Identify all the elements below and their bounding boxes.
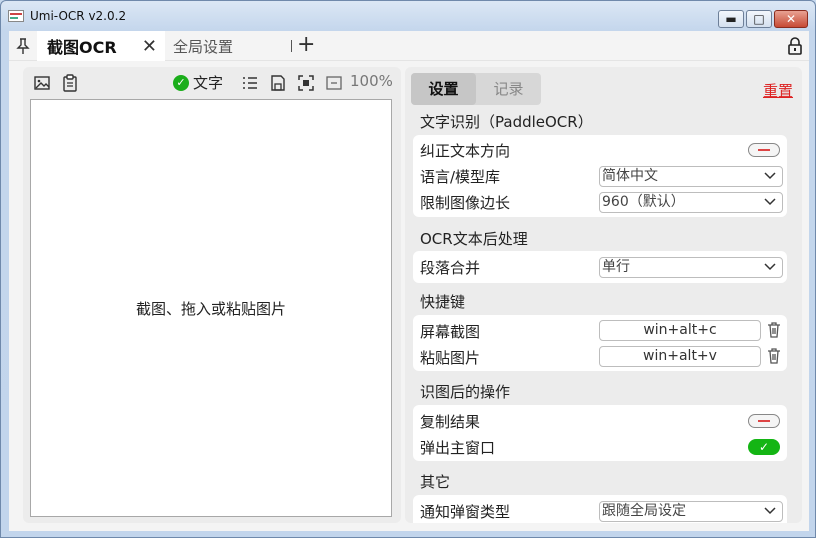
- tab-screenshot-ocr[interactable]: 截图OCR ✕: [37, 31, 165, 61]
- title-bar[interactable]: Umi-OCR v2.0.2 ▬ □ ✕: [1, 1, 815, 31]
- app-window: Umi-OCR v2.0.2 ▬ □ ✕ 截图OCR ✕ 全局设置 + ✓ 文字…: [0, 0, 816, 538]
- image-icon[interactable]: [33, 74, 51, 92]
- language-select[interactable]: 简体中文: [599, 166, 783, 187]
- section-title-after: 识图后的操作: [420, 383, 511, 401]
- section-title-hotkeys: 快捷键: [420, 293, 466, 311]
- limit-size-value: 960（默认）: [602, 194, 685, 210]
- paste-hotkey-field[interactable]: win+alt+v: [599, 346, 761, 367]
- list-icon[interactable]: [241, 74, 259, 92]
- zoom-level[interactable]: 100%: [350, 72, 393, 90]
- card-after: 复制结果 弹出主窗口 ✓: [413, 405, 787, 461]
- section-title-ocr: 文字识别（PaddleOCR）: [420, 113, 593, 131]
- card-post: 段落合并 单行: [413, 251, 787, 283]
- popup-window-label: 弹出主窗口: [420, 439, 496, 457]
- tab-global-settings[interactable]: 全局设置: [173, 31, 293, 61]
- card-other: 通知弹窗类型 跟随全局设定: [413, 495, 787, 523]
- drop-hint: 截图、拖入或粘贴图片: [135, 300, 286, 318]
- fit-screen-icon[interactable]: [297, 74, 315, 92]
- limit-size-label: 限制图像边长: [420, 194, 511, 212]
- language-label: 语言/模型库: [420, 168, 501, 186]
- merge-select[interactable]: 单行: [599, 257, 783, 278]
- trash-icon[interactable]: [767, 322, 781, 338]
- notify-type-value: 跟随全局设定: [602, 503, 686, 519]
- card-hotkeys: 屏幕截图 win+alt+c 粘贴图片 win+alt+v: [413, 315, 787, 371]
- tab-bar: 截图OCR ✕ 全局设置 +: [9, 31, 809, 61]
- lock-icon[interactable]: [787, 37, 803, 55]
- save-icon[interactable]: [269, 74, 287, 92]
- close-window-button[interactable]: ✕: [774, 10, 808, 28]
- settings-panel: 设置 记录 重置 文字识别（PaddleOCR） 纠正文本方向 语言/模型库 简…: [405, 67, 802, 523]
- window-controls: ▬ □ ✕: [716, 10, 808, 28]
- notify-type-label: 通知弹窗类型: [420, 503, 511, 521]
- client-area: 截图OCR ✕ 全局设置 + ✓ 文字 100% 截图、拖入或粘贴图片 设置 记…: [9, 31, 809, 531]
- language-value: 简体中文: [602, 168, 658, 184]
- add-tab-icon[interactable]: +: [297, 32, 315, 57]
- popup-window-toggle[interactable]: ✓: [748, 439, 780, 455]
- maximize-button[interactable]: □: [746, 10, 772, 28]
- app-icon: [8, 10, 24, 22]
- minimize-button[interactable]: ▬: [718, 10, 744, 28]
- limit-size-select[interactable]: 960（默认）: [599, 192, 783, 213]
- card-ocr: 纠正文本方向 语言/模型库 简体中文 限制图像边长 960（默认）: [413, 135, 787, 217]
- section-title-other: 其它: [420, 473, 451, 491]
- tab-settings[interactable]: 设置: [411, 73, 476, 105]
- minimize-icon: ▬: [725, 12, 737, 26]
- merge-value: 单行: [602, 259, 630, 275]
- close-icon: ✕: [785, 12, 797, 26]
- text-toggle-label[interactable]: 文字: [193, 72, 223, 93]
- section-title-post: OCR文本后处理: [420, 230, 528, 248]
- copy-result-toggle[interactable]: [748, 414, 780, 428]
- maximize-icon: □: [753, 12, 765, 26]
- pin-icon[interactable]: [15, 37, 31, 55]
- actual-size-icon[interactable]: [325, 74, 343, 92]
- copy-result-label: 复制结果: [420, 413, 481, 431]
- chevron-down-icon: [764, 507, 776, 515]
- merge-label: 段落合并: [420, 259, 481, 277]
- window-title: Umi-OCR v2.0.2: [30, 9, 127, 23]
- tab-label: 截图OCR: [47, 38, 117, 57]
- image-toolbar: ✓ 文字 100%: [23, 67, 401, 99]
- chevron-down-icon: [764, 263, 776, 271]
- correct-direction-label: 纠正文本方向: [420, 142, 511, 160]
- trash-icon[interactable]: [767, 348, 781, 364]
- reset-link[interactable]: 重置: [763, 80, 793, 101]
- chevron-down-icon: [764, 198, 776, 206]
- chevron-down-icon: [764, 172, 776, 180]
- check-icon[interactable]: ✓: [173, 75, 189, 91]
- clipboard-icon[interactable]: [61, 74, 79, 92]
- screenshot-hotkey-field[interactable]: win+alt+c: [599, 320, 761, 341]
- tab-close-icon[interactable]: ✕: [142, 36, 157, 57]
- tab-label: 全局设置: [173, 37, 234, 56]
- image-panel: ✓ 文字 100% 截图、拖入或粘贴图片: [23, 67, 401, 523]
- notify-type-select[interactable]: 跟随全局设定: [599, 501, 783, 522]
- screenshot-hotkey-label: 屏幕截图: [420, 323, 481, 341]
- image-drop-area[interactable]: 截图、拖入或粘贴图片: [30, 99, 392, 517]
- correct-direction-toggle[interactable]: [748, 143, 780, 157]
- paste-hotkey-label: 粘贴图片: [420, 349, 481, 367]
- tab-records[interactable]: 记录: [476, 73, 541, 105]
- segmented-control: 设置 记录: [411, 73, 541, 105]
- tab-separator: [291, 40, 292, 52]
